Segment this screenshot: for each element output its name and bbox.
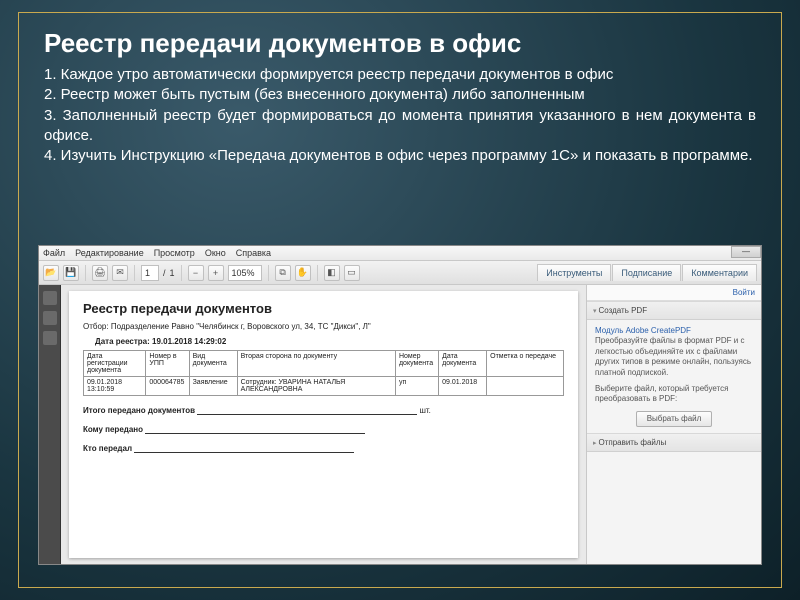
menu-file[interactable]: Файл: [43, 248, 65, 258]
filter-value: Подразделение Равно "Челябинск г, Воровс…: [111, 322, 371, 331]
tab-tools[interactable]: Инструменты: [537, 264, 611, 281]
menu-edit[interactable]: Редактирование: [75, 248, 144, 258]
total-unit: шт.: [419, 406, 430, 415]
thumb-icon[interactable]: [43, 291, 57, 305]
section-send-files[interactable]: Отправить файлы: [587, 433, 761, 452]
to-whom-label: Кому передано: [83, 425, 143, 434]
col-doc-type: Вид документа: [189, 351, 237, 377]
page-total: 1: [170, 268, 175, 278]
reg-date-label: Дата реестра:: [95, 337, 150, 346]
page-current[interactable]: 1: [141, 265, 159, 281]
col-mark: Отметка о передаче: [487, 351, 564, 377]
toolbar: 📂 💾 🖨 ✉ 1 / 1 − + 105% ⧉ ✋ ◧ ▭ Инструмен…: [39, 261, 761, 285]
col-doc-num: Номер документа: [395, 351, 438, 377]
zoom-in-icon[interactable]: +: [208, 265, 224, 281]
zoom-field[interactable]: 105%: [228, 265, 262, 281]
document-viewport[interactable]: Реестр передачи документов Отбор: Подраз…: [61, 285, 586, 564]
document-page: Реестр передачи документов Отбор: Подраз…: [69, 291, 578, 558]
zoom-out-icon[interactable]: −: [188, 265, 204, 281]
table-row: 09.01.2018 13:10:59 000064785 Заявление …: [84, 377, 564, 396]
page-sep: /: [163, 268, 166, 278]
col-reg-date: Дата регистрации документа: [84, 351, 146, 377]
reg-date-value: 19.01.2018 14:29:02: [152, 337, 226, 346]
open-icon[interactable]: 📂: [43, 265, 59, 281]
print-icon[interactable]: 🖨: [92, 265, 108, 281]
side-nav: [39, 285, 61, 564]
attach-icon[interactable]: [43, 331, 57, 345]
menubar: Файл Редактирование Просмотр Окно Справк…: [39, 246, 761, 261]
select-file-label: Выберите файл, который требуется преобра…: [595, 384, 753, 405]
total-label: Итого передано документов: [83, 406, 195, 415]
tab-comments[interactable]: Комментарии: [682, 264, 757, 281]
filter-label: Отбор:: [83, 322, 109, 331]
hand-icon[interactable]: ✋: [295, 265, 311, 281]
tab-sign[interactable]: Подписание: [612, 264, 681, 281]
tool-icon[interactable]: ⧉: [275, 265, 291, 281]
module-desc: Преобразуйте файлы в формат PDF и с легк…: [595, 336, 753, 378]
window-control[interactable]: —: [731, 246, 761, 258]
section-create-pdf[interactable]: Создать PDF: [587, 301, 761, 320]
col-doc-date: Дата документа: [439, 351, 487, 377]
who-label: Кто передал: [83, 444, 132, 453]
col-party: Вторая сторона по документу: [237, 351, 395, 377]
module-link[interactable]: Модуль Adobe CreatePDF: [595, 326, 753, 336]
select-file-button[interactable]: Выбрать файл: [636, 411, 713, 427]
doc-title: Реестр передачи документов: [83, 301, 564, 316]
misc2-icon[interactable]: ▭: [344, 265, 360, 281]
save-icon[interactable]: 💾: [63, 265, 79, 281]
col-upp-num: Номер в УПП: [146, 351, 189, 377]
register-table: Дата регистрации документа Номер в УПП В…: [83, 350, 564, 396]
mail-icon[interactable]: ✉: [112, 265, 128, 281]
misc-icon[interactable]: ◧: [324, 265, 340, 281]
bookmark-icon[interactable]: [43, 311, 57, 325]
login-link[interactable]: Войти: [587, 285, 761, 301]
pdf-reader-window: — Файл Редактирование Просмотр Окно Спра…: [38, 245, 762, 565]
menu-window[interactable]: Окно: [205, 248, 226, 258]
menu-view[interactable]: Просмотр: [154, 248, 195, 258]
right-panel: Войти Создать PDF Модуль Adobe CreatePDF…: [586, 285, 761, 564]
menu-help[interactable]: Справка: [236, 248, 271, 258]
